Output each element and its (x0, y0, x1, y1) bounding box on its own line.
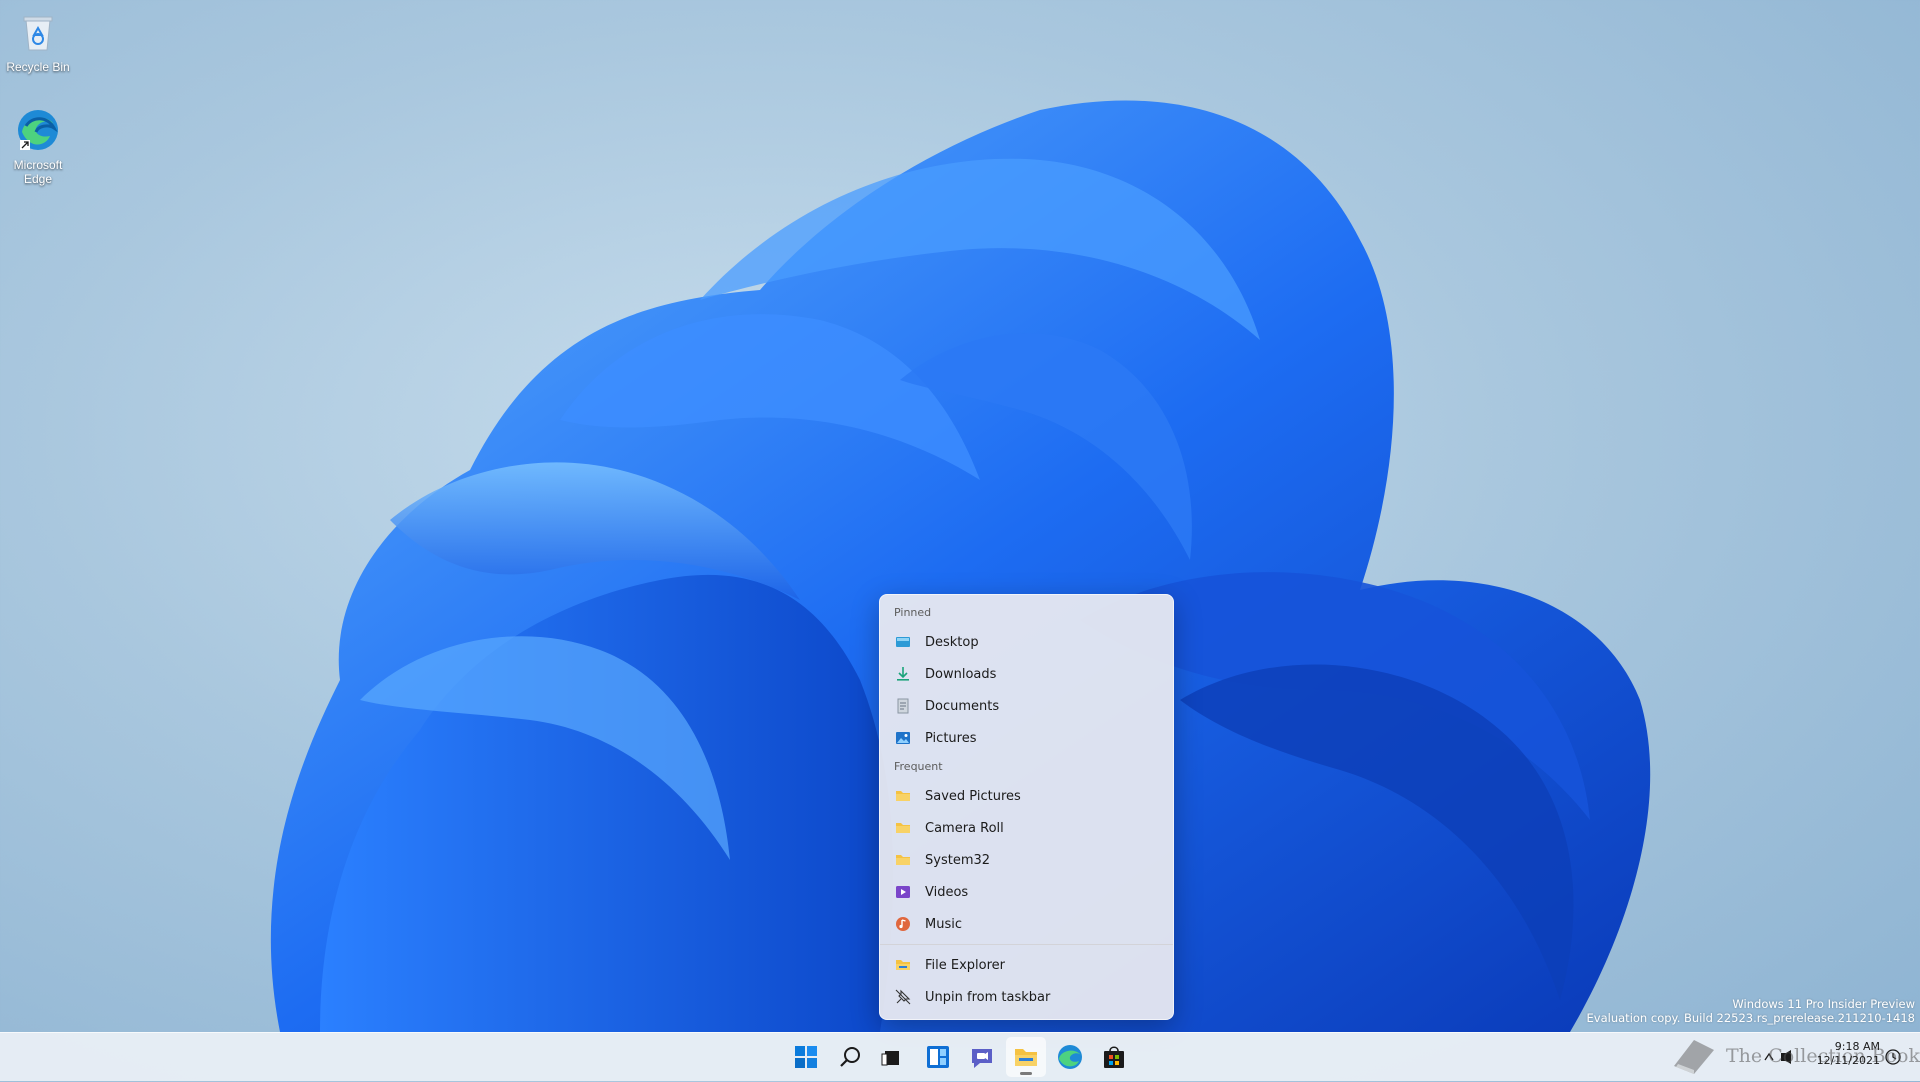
clock-date: 12/11/2021 (1816, 1054, 1880, 1067)
watermark-line2: Evaluation copy. Build 22523.rs_prerelea… (1586, 1011, 1915, 1025)
active-indicator (1020, 1072, 1032, 1075)
desktop-icon-label: Microsoft Edge (13, 158, 63, 186)
store-button[interactable] (1094, 1037, 1134, 1077)
start-button[interactable] (786, 1037, 826, 1077)
frequent-header: Frequent (894, 760, 943, 773)
widgets-icon (927, 1046, 949, 1068)
task-view-button[interactable] (872, 1037, 912, 1077)
jump-item-label: Documents (925, 698, 1000, 714)
jump-item-label: Music (925, 916, 962, 932)
file-explorer-button[interactable] (1006, 1037, 1046, 1077)
clock[interactable]: 9:18 AM 12/11/2021 (1817, 1040, 1880, 1068)
jump-item-label: Camera Roll (925, 820, 1004, 836)
search-icon (840, 1047, 860, 1067)
jump-item-label: Videos (925, 884, 969, 900)
jump-item-label: Saved Pictures (925, 788, 1021, 804)
jump-item-label: Desktop (925, 634, 979, 650)
brand-watermark: The Collection Book (1668, 1034, 1920, 1078)
jump-item-label: Downloads (925, 666, 997, 682)
watermark-line1: Windows 11 Pro Insider Preview (1732, 997, 1915, 1011)
book-logo-icon (1674, 1040, 1714, 1074)
jump-item-unpin[interactable]: Unpin from taskbar (880, 981, 1173, 1013)
edge-icon (14, 106, 62, 154)
jump-item-camera-roll[interactable]: Camera Roll (880, 812, 1173, 844)
videos-icon (895, 884, 911, 900)
store-icon (1104, 1046, 1124, 1068)
jump-item-label: Pictures (925, 730, 977, 746)
edge-icon (1058, 1045, 1082, 1069)
jump-item-label: System32 (925, 852, 991, 868)
desktop-icon (895, 634, 911, 650)
jump-item-system32[interactable]: System32 (880, 844, 1173, 876)
chat-button[interactable] (962, 1037, 1002, 1077)
desktop-icon-microsoft-edge[interactable]: Microsoft Edge (0, 106, 76, 186)
task-view-icon (881, 1051, 899, 1066)
jump-item-label: Unpin from taskbar (925, 989, 1051, 1005)
pictures-icon (895, 730, 911, 746)
folder-icon (895, 788, 911, 804)
jump-item-pictures[interactable]: Pictures (880, 722, 1173, 754)
taskbar (0, 1032, 1920, 1081)
jump-item-videos[interactable]: Videos (880, 876, 1173, 908)
start-icon (795, 1046, 817, 1068)
desktop-icon-recycle-bin[interactable]: Recycle Bin (0, 8, 76, 74)
jump-item-desktop[interactable]: Desktop (880, 626, 1173, 658)
file-explorer-icon (895, 957, 911, 973)
folder-icon (895, 852, 911, 868)
jump-item-downloads[interactable]: Downloads (880, 658, 1173, 690)
search-button[interactable] (830, 1037, 870, 1077)
edge-button[interactable] (1050, 1037, 1090, 1077)
widgets-button[interactable] (918, 1037, 958, 1077)
jump-item-music[interactable]: Music (880, 908, 1173, 940)
music-icon (895, 916, 911, 932)
desktop-icon-label: Recycle Bin (6, 60, 70, 74)
chat-icon (972, 1049, 992, 1068)
jump-item-saved-pictures[interactable]: Saved Pictures (880, 780, 1173, 812)
folder-icon (895, 820, 911, 836)
evaluation-watermark: Windows 11 Pro Insider Preview Evaluatio… (1587, 997, 1915, 1025)
jump-item-documents[interactable]: Documents (880, 690, 1173, 722)
recycle-bin-icon (14, 8, 62, 56)
jump-list-divider (880, 944, 1173, 945)
unpin-icon (895, 989, 911, 1005)
jump-item-file-explorer[interactable]: File Explorer (880, 949, 1173, 981)
file-explorer-jump-list: Pinned Desktop Downloads Documents Pictu… (879, 594, 1174, 1020)
download-icon (895, 666, 911, 682)
clock-time: 9:18 AM (1834, 1040, 1880, 1053)
jump-item-label: File Explorer (925, 957, 1006, 973)
pinned-header: Pinned (894, 606, 932, 619)
document-icon (895, 698, 911, 714)
file-explorer-icon (1015, 1049, 1037, 1066)
